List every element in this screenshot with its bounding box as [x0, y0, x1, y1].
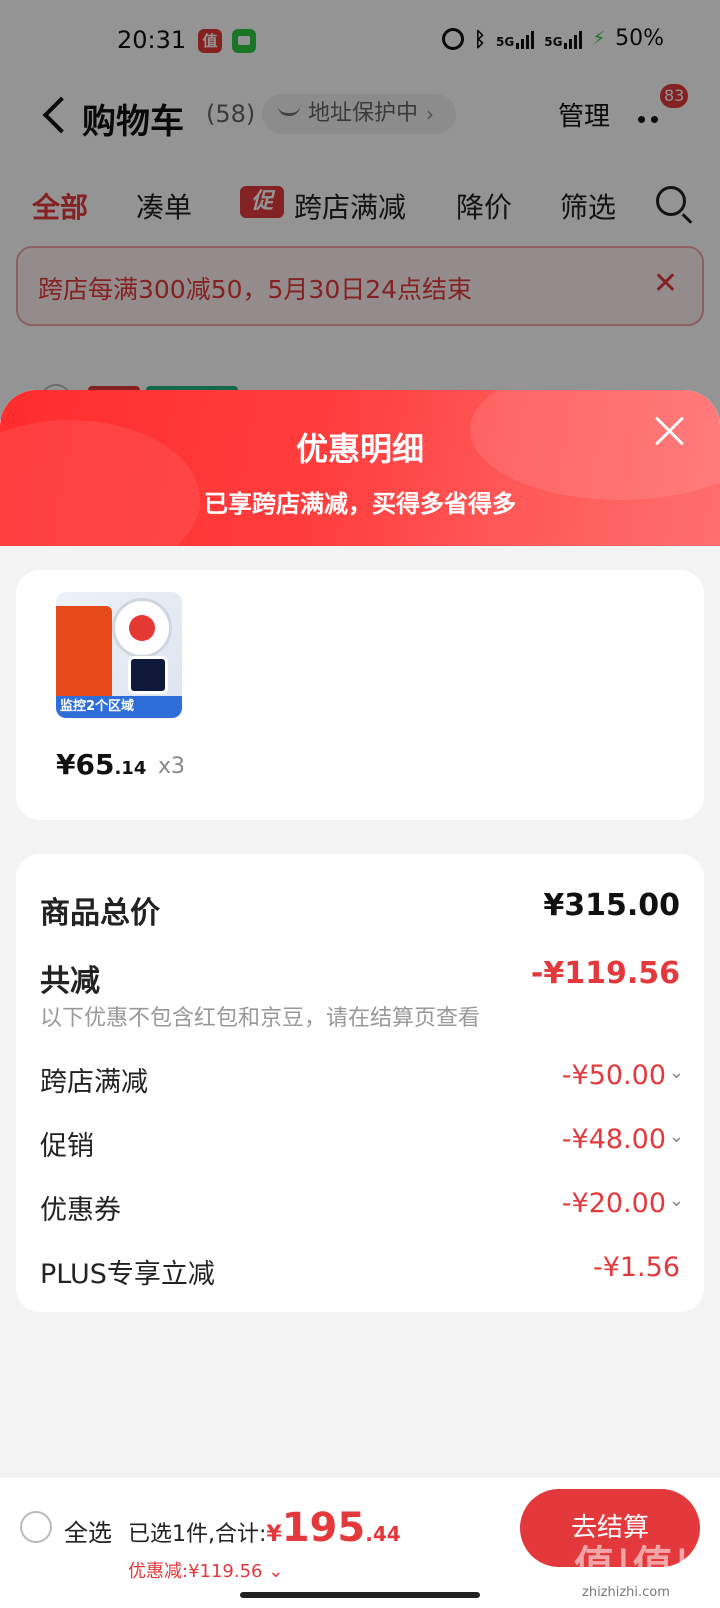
- product-price: ¥65.14: [56, 748, 147, 781]
- price-detail-card: 商品总价 ¥315.00 共减 -¥119.56 以下优惠不包含红包和京豆，请在…: [16, 854, 704, 1312]
- thumb-caption: 监控2个区域: [56, 696, 182, 718]
- close-icon[interactable]: [652, 412, 688, 448]
- total-price-label: 商品总价: [40, 896, 160, 931]
- checkout-bar: 全选 已选1件,合计: ¥ 195 .44 优惠减:¥119.56 ⌄ 去结算 …: [0, 1476, 720, 1608]
- sheet-header: 优惠明细 已享跨店满减，买得多省得多: [0, 390, 720, 546]
- total-price-value: ¥315.00: [543, 888, 680, 923]
- order-summary: 已选1件,合计: ¥ 195 .44: [128, 1505, 401, 1551]
- discount-value: -¥1.56: [592, 1252, 680, 1283]
- reduce-note: 以下优惠不包含红包和京豆，请在结算页查看: [40, 1006, 481, 1031]
- discount-label: 优惠券: [40, 1195, 121, 1226]
- select-all-label[interactable]: 全选: [64, 1513, 112, 1548]
- thumb-decoration: [56, 606, 112, 706]
- chevron-down-icon: ⌄: [668, 1062, 684, 1083]
- chevron-down-icon: ⌄: [668, 1126, 684, 1147]
- discount-value: -¥48.00: [561, 1124, 666, 1155]
- discount-detail-sheet: 优惠明细 已享跨店满减，买得多省得多 监控2个区域 ¥65.14 x3 商品总价…: [0, 390, 720, 1608]
- home-indicator[interactable]: [240, 1592, 480, 1598]
- camera-icon: [112, 598, 172, 658]
- discount-value: -¥50.00: [561, 1060, 666, 1091]
- discount-value: -¥20.00: [561, 1188, 666, 1219]
- product-thumbnail[interactable]: 监控2个区域: [56, 592, 182, 718]
- select-all-radio[interactable]: [20, 1511, 52, 1543]
- discount-label: PLUS专享立减: [40, 1259, 215, 1290]
- modal-backdrop[interactable]: [0, 0, 720, 420]
- total-reduce-value: -¥119.56: [530, 956, 680, 991]
- watermark-url: zhizhizhi.com: [582, 1585, 670, 1600]
- chevron-down-icon: ⌄: [668, 1190, 684, 1211]
- sheet-subtitle: 已享跨店满减，买得多省得多: [204, 490, 516, 518]
- device-icon: [128, 656, 168, 694]
- discount-summary-toggle[interactable]: 优惠减:¥119.56 ⌄: [128, 1557, 283, 1583]
- discount-label: 跨店满减: [40, 1067, 148, 1098]
- product-quantity: x3: [158, 754, 186, 779]
- discount-label: 促销: [40, 1131, 94, 1162]
- sheet-title: 优惠明细: [295, 430, 424, 468]
- total-reduce-label: 共减: [40, 964, 100, 999]
- product-card: 监控2个区域 ¥65.14 x3: [16, 570, 704, 820]
